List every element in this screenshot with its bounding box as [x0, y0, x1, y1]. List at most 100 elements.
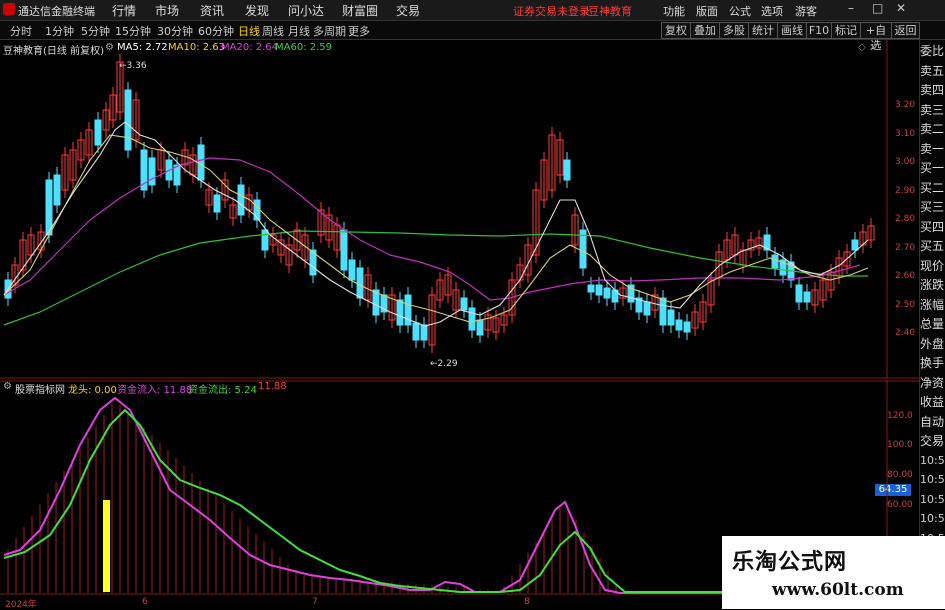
side-panel-item: 外盘	[920, 336, 945, 351]
menu-gongneng[interactable]: 功能	[663, 3, 685, 19]
candle-body	[396, 299, 404, 326]
login-notice[interactable]: 证券交易未登录	[513, 3, 590, 19]
minimize-icon[interactable]: –	[848, 1, 854, 15]
candle-body	[675, 319, 683, 331]
ma20-line	[3, 157, 861, 301]
side-panel-item: 涨幅	[920, 297, 945, 312]
menu-zixun[interactable]: 资讯	[200, 2, 224, 19]
candle-group	[4, 54, 875, 353]
candle-body	[420, 324, 428, 341]
candle-body	[94, 119, 102, 146]
button-biaoji[interactable]: 标记	[831, 22, 861, 39]
side-panel-item: 收益	[920, 395, 945, 409]
period-daily[interactable]: 日线	[238, 23, 260, 39]
x-label-7: 7	[312, 597, 318, 607]
menu-banmian[interactable]: 版面	[696, 3, 718, 19]
period-tick[interactable]: 分时	[10, 23, 32, 39]
candle-body	[356, 267, 364, 299]
x-label-2024: 2024年	[5, 600, 37, 610]
button-huaxian[interactable]: 画线	[777, 22, 807, 39]
candle-body	[460, 297, 468, 311]
candle-body	[53, 174, 61, 206]
candle-body	[197, 144, 205, 181]
candlestick-chart: ←3.36 ←2.29	[0, 40, 919, 379]
button-diejia[interactable]: 叠加	[690, 22, 720, 39]
side-panel-item: 交易	[920, 434, 945, 448]
period-monthly[interactable]: 月线	[288, 23, 310, 39]
side-panel-item: 卖四	[920, 83, 945, 97]
watermark-url: www.60lt.com	[772, 580, 904, 600]
side-panel-item: 10:54	[920, 453, 945, 467]
menu-xuanxiang[interactable]: 选项	[761, 3, 783, 19]
period-weekly[interactable]: 周线	[262, 23, 284, 39]
longtou-bar	[103, 500, 110, 592]
high-price-annotation: ←3.36	[119, 61, 147, 71]
side-panel-item: 买一	[920, 161, 945, 175]
menu-faxian[interactable]: 发现	[245, 2, 269, 19]
side-panel-item: 涨跌	[920, 278, 945, 292]
side-panel-item: 买二	[920, 180, 945, 195]
low-price-annotation: ←2.29	[430, 359, 458, 369]
x-label-6: 6	[142, 597, 148, 607]
period-multi[interactable]: 多周期	[313, 23, 346, 39]
side-panel-item: 换手	[920, 356, 945, 370]
period-60min[interactable]: 60分钟	[198, 23, 234, 39]
menu-guest[interactable]: 游客	[795, 3, 817, 19]
period-toolbar: 分时 1分钟 5分钟 15分钟 30分钟 60分钟 日线 周线 月线 多周期 更…	[0, 21, 945, 52]
candle-body	[659, 297, 667, 326]
menu-caifuquan[interactable]: 财富圈	[342, 2, 378, 19]
side-panel-item: 卖一	[920, 141, 945, 156]
button-tongji[interactable]: 统计	[748, 22, 778, 39]
quote-side-panel: 委比 卖五 卖四 卖三 卖二 卖一 买一 买二 买三 买四 买五 现价 涨跌 涨幅 总量 外盘 换手 净资 收益 自动…	[919, 40, 945, 609]
menu-hangqing[interactable]: 行情	[112, 2, 136, 19]
candle-body	[683, 321, 691, 333]
side-panel-item: 自动	[920, 414, 945, 429]
side-panel-item: 10:54	[920, 492, 945, 506]
maximize-icon[interactable]: □	[872, 1, 883, 15]
side-panel-item: 委比	[920, 44, 945, 58]
side-panel-item: 10:54	[920, 473, 945, 486]
candle-body	[851, 239, 859, 251]
button-duogu[interactable]: 多股	[719, 22, 749, 39]
period-more[interactable]: 更多	[348, 23, 370, 39]
candle-body	[348, 259, 356, 281]
side-panel-item: 10:54	[920, 512, 945, 525]
candle-body	[340, 229, 348, 271]
candle-body	[595, 284, 603, 296]
menu-wenxiaoda[interactable]: 问小达	[288, 2, 324, 19]
button-add-watchlist[interactable]: +自选	[860, 22, 892, 52]
period-15min[interactable]: 15分钟	[115, 23, 151, 39]
candle-body	[603, 287, 611, 299]
menu-gongshi[interactable]: 公式	[729, 3, 751, 19]
app-title: 通达信金融终端	[18, 5, 95, 18]
candle-body	[237, 184, 245, 216]
side-panel-item: 卖二	[920, 122, 945, 136]
side-panel-item: 买五	[920, 239, 945, 253]
side-panel-item: 买四	[920, 219, 945, 234]
close-icon[interactable]: ✕	[896, 1, 906, 15]
button-f10[interactable]: F10	[806, 22, 832, 39]
title-bar: 通达信金融终端 行情 市场 资讯 发现 问小达 财富圈 交易 证券交易未登录 豆…	[0, 0, 945, 21]
candle-body	[563, 159, 571, 181]
menu-jiaoyi[interactable]: 交易	[396, 2, 420, 19]
button-fuquan[interactable]: 复权	[661, 22, 691, 39]
side-panel-item: 卖三	[920, 102, 945, 117]
candle-body	[412, 322, 420, 341]
stock-name-notice: 豆神教育	[588, 5, 632, 18]
app-logo-icon	[3, 3, 15, 15]
side-panel-item: 总量	[920, 317, 945, 331]
period-30min[interactable]: 30分钟	[157, 23, 193, 39]
candle-body	[213, 194, 221, 213]
candle-body	[45, 179, 53, 236]
side-panel-item: 买三	[920, 200, 945, 214]
ma10-line	[3, 134, 869, 323]
candle-body	[667, 309, 675, 326]
candle-body	[476, 319, 484, 336]
period-1min[interactable]: 1分钟	[45, 23, 74, 39]
period-5min[interactable]: 5分钟	[81, 23, 110, 39]
side-panel-item: 净资	[920, 375, 945, 390]
ma5-line	[3, 121, 869, 327]
candle-body	[468, 307, 476, 331]
menu-shichang[interactable]: 市场	[155, 2, 179, 19]
button-back[interactable]: 返回	[891, 22, 920, 39]
